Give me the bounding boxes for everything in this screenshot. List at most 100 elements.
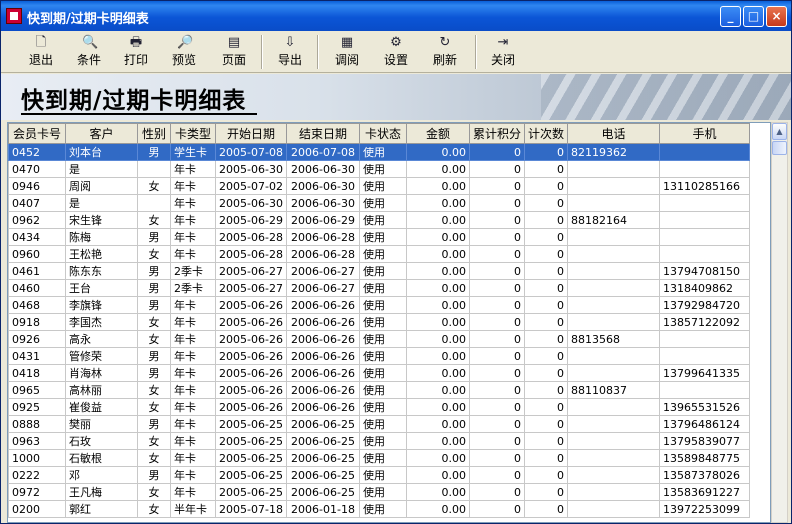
column-header[interactable]: 客户: [65, 123, 138, 144]
table-cell: 2006-06-25: [286, 449, 360, 467]
toolbar-separator: [317, 35, 319, 69]
page-setup-button[interactable]: ▤ 页面: [211, 33, 257, 71]
table-cell: 年卡: [170, 330, 216, 348]
column-header[interactable]: 累计积分: [469, 123, 525, 144]
table-cell: 年卡: [170, 245, 216, 263]
column-header[interactable]: 电话: [567, 123, 660, 144]
table-cell: 男: [137, 347, 171, 365]
column-header[interactable]: 性别: [137, 123, 171, 144]
table-cell: 2006-06-27: [286, 262, 360, 280]
table-cell: 女: [137, 398, 171, 416]
table-row[interactable]: 0431 管修荣男年卡 2005-06-26 2006-06-26 使用 0.00 0 0: [8, 347, 750, 365]
page-icon: 🗋: [35, 35, 47, 50]
table-cell: 0.00: [406, 211, 470, 229]
print-button[interactable]: 🖶 打印: [113, 33, 159, 71]
table-row[interactable]: 0461 陈东东男 2季卡 2005-06-27 2006-06-27 使用 0.00 0 0 1…: [8, 262, 750, 280]
maximize-button[interactable]: □: [743, 6, 764, 27]
table-row[interactable]: 0418 肖海林男年卡 2005-06-26 2006-06-26 使用 0.00 0 0 13…: [8, 364, 750, 382]
table-row[interactable]: 0407 是年卡 2005-06-30 2006-06-30 使用 0.00 0 0: [8, 194, 750, 212]
table-cell: 0: [469, 211, 525, 229]
exit-label: 关闭: [490, 53, 515, 67]
table-row[interactable]: 0460 王台男 2季卡 2005-06-27 2006-06-27 使用 0.00 0 0 13…: [8, 279, 750, 297]
table-cell: 0: [524, 211, 568, 229]
table-cell: 是: [65, 194, 138, 212]
table-cell: 女: [137, 177, 171, 195]
table-cell: 1318409862: [659, 279, 750, 297]
refresh-button[interactable]: ↻ 刷新: [422, 33, 468, 71]
table-row[interactable]: 0972 王凡梅女年卡 2005-06-25 2006-06-25 使用 0.00 0 0 13…: [8, 483, 750, 501]
column-header[interactable]: 结束日期: [286, 123, 360, 144]
minimize-button[interactable]: _: [720, 6, 741, 27]
table-cell: 管修荣: [65, 347, 138, 365]
refresh-label: 刷新: [432, 53, 457, 67]
exit-button[interactable]: ⇥ 关闭: [480, 33, 526, 71]
table-cell: 2006-06-25: [286, 483, 360, 501]
table-cell: 0460: [8, 279, 66, 297]
table-cell: 使用: [359, 211, 407, 229]
table-row[interactable]: 0926 高永女年卡 2005-06-26 2006-06-26 使用 0.00 0 0 881…: [8, 330, 750, 348]
table-row[interactable]: 0963 石玫女年卡 2005-06-25 2006-06-25 使用 0.00 0 0 137…: [8, 432, 750, 450]
condition-button[interactable]: 🔍 条件: [66, 33, 112, 71]
table-row[interactable]: 0468 李旗锋男年卡 2005-06-26 2006-06-26 使用 0.00 0 0 13…: [8, 296, 750, 314]
table-cell: 0: [469, 262, 525, 280]
scroll-thumb[interactable]: [772, 141, 787, 155]
table-cell: 0: [469, 313, 525, 331]
table-row[interactable]: 0452 刘本台男学生卡 2005-07-08 2006-07-08 使用 0.00 0 0 8…: [8, 143, 750, 161]
table-row[interactable]: 0918 李国杰女年卡 2005-06-26 2006-06-26 使用 0.00 0 0 13…: [8, 313, 750, 331]
close-button[interactable]: ×: [766, 6, 787, 27]
table-cell: [567, 313, 660, 331]
column-header[interactable]: 金额: [406, 123, 470, 144]
card-table: 会员卡号 客户 性别 卡类型 开始日期 结束日期 卡状态 金额 累计积分 计次数 电话 手机 0452…: [8, 123, 750, 518]
table-row[interactable]: 0925 崔俊益女年卡 2005-06-26 2006-06-26 使用 0.00 0 0 13…: [8, 398, 750, 416]
table-cell: 郭红: [65, 500, 138, 518]
table-row[interactable]: 0962 宋生锋女年卡 2005-06-29 2006-06-29 使用 0.00 0 0 88…: [8, 211, 750, 229]
table-row[interactable]: 0200 郭红女半年卡 2005-07-18 2006-01-18 使用 0.00 0 0 13…: [8, 500, 750, 518]
table-row[interactable]: 0965 高林丽女年卡 2005-06-26 2006-06-26 使用 0.00 0 0 88…: [8, 381, 750, 399]
preview-button[interactable]: 🔎 预览: [161, 33, 207, 71]
table-row[interactable]: 0470 是年卡 2005-06-30 2006-06-30 使用 0.00 0 0: [8, 160, 750, 178]
table-row[interactable]: 0222 邓男年卡 2005-06-25 2006-06-25 使用 0.00 0 0 1358…: [8, 466, 750, 484]
table-cell: 0: [524, 364, 568, 382]
title-bar[interactable]: 快到期/过期卡明细表 _ □ ×: [1, 1, 791, 31]
table-row[interactable]: 0888 樊丽男年卡 2005-06-25 2006-06-25 使用 0.00 0 0 137…: [8, 415, 750, 433]
column-header[interactable]: 卡状态: [359, 123, 407, 144]
table-cell: 使用: [359, 466, 407, 484]
table-row[interactable]: 0960 王松艳女年卡 2005-06-28 2006-06-28 使用 0.00 0 0: [8, 245, 750, 263]
column-header[interactable]: 手机: [659, 123, 750, 144]
data-grid[interactable]: 会员卡号 客户 性别 卡类型 开始日期 结束日期 卡状态 金额 累计积分 计次数 电话 手机 0452…: [7, 122, 771, 523]
column-header[interactable]: 开始日期: [215, 123, 287, 144]
table-cell: [567, 415, 660, 433]
table-row[interactable]: 0434 陈梅男年卡 2005-06-28 2006-06-28 使用 0.00 0 0: [8, 228, 750, 246]
table-cell: 高永: [65, 330, 138, 348]
column-header[interactable]: 会员卡号: [8, 123, 66, 144]
table-cell: 2005-06-25: [215, 466, 287, 484]
table-cell: 年卡: [170, 381, 216, 399]
quit-button[interactable]: 🗋 退出: [18, 33, 64, 71]
table-cell: 使用: [359, 177, 407, 195]
table-cell: 使用: [359, 313, 407, 331]
table-cell: 使用: [359, 500, 407, 518]
table-cell: 82119362: [567, 143, 660, 161]
table-row[interactable]: 0946 周阅女年卡 2005-07-02 2006-06-30 使用 0.00 0 0 131…: [8, 177, 750, 195]
table-cell: [137, 194, 171, 212]
table-cell: 0: [469, 415, 525, 433]
table-cell: 0: [469, 177, 525, 195]
table-cell: 13965531526: [659, 398, 750, 416]
browse-button[interactable]: ▦ 调阅: [324, 33, 370, 71]
column-header[interactable]: 计次数: [524, 123, 568, 144]
table-cell: 2006-06-26: [286, 347, 360, 365]
table-cell: 0: [524, 313, 568, 331]
table-cell: 使用: [359, 143, 407, 161]
table-cell: 0: [469, 143, 525, 161]
vertical-scrollbar[interactable]: ▲: [771, 122, 788, 523]
column-header[interactable]: 卡类型: [170, 123, 216, 144]
table-cell: 女: [137, 483, 171, 501]
table-cell: 王凡梅: [65, 483, 138, 501]
window-title: 快到期/过期卡明细表: [27, 12, 149, 27]
table-row[interactable]: 1000 石敏根女年卡 2005-06-25 2006-06-25 使用 0.00 0 0 13…: [8, 449, 750, 467]
page-setup-icon: ▤: [227, 35, 241, 50]
settings-button[interactable]: ⚙ 设置: [373, 33, 419, 71]
table-cell: 0: [524, 143, 568, 161]
export-button[interactable]: ⇩ 导出: [267, 33, 313, 71]
scroll-up-icon[interactable]: ▲: [772, 123, 787, 140]
